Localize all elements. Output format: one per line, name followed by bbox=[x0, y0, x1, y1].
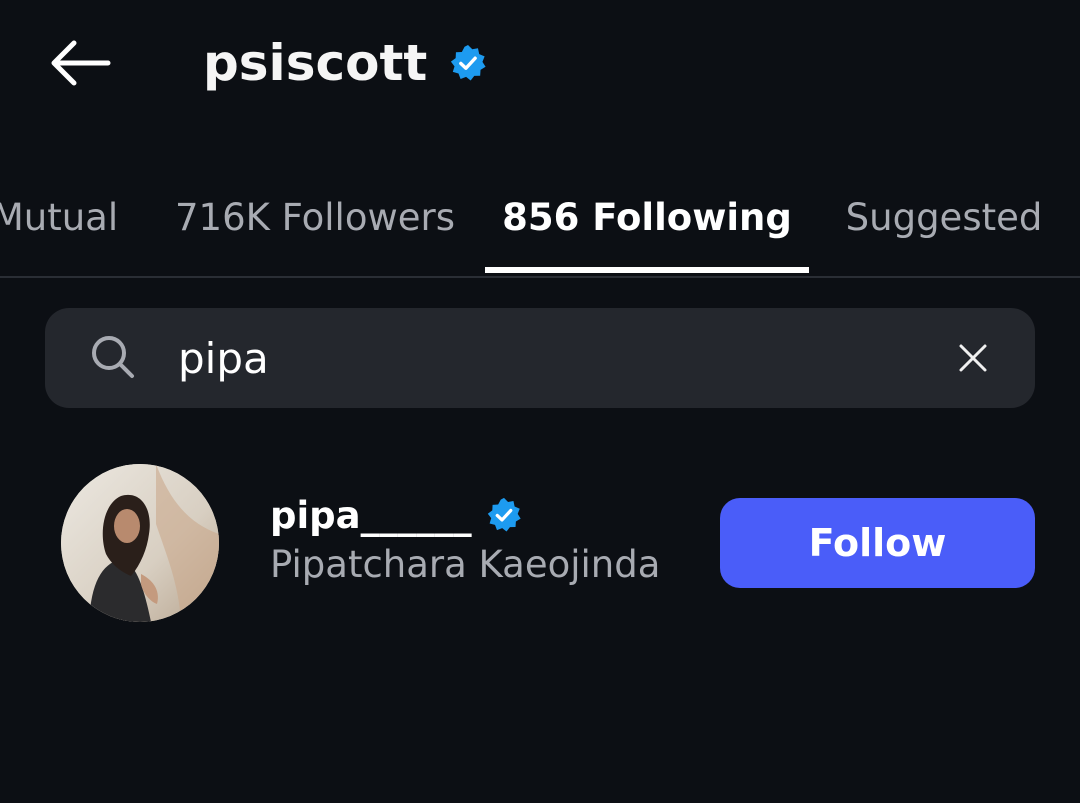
tab-following[interactable]: 856 Following bbox=[485, 160, 809, 274]
full-name: Pipatchara Kaeojinda bbox=[270, 543, 661, 586]
verified-badge-icon bbox=[449, 44, 487, 82]
tab-suggested[interactable]: Suggested bbox=[838, 160, 1050, 274]
username[interactable]: pipa______ bbox=[270, 494, 472, 537]
follow-tabs: Mutual 716K Followers 856 Following Sugg… bbox=[0, 160, 1080, 278]
avatar[interactable] bbox=[61, 464, 219, 622]
profile-header: psiscott bbox=[203, 28, 487, 98]
follow-button[interactable]: Follow bbox=[720, 498, 1035, 588]
tab-followers[interactable]: 716K Followers bbox=[170, 160, 460, 274]
page-title: psiscott bbox=[203, 34, 428, 92]
tab-mutual[interactable]: Mutual bbox=[0, 160, 130, 274]
close-icon bbox=[959, 344, 987, 372]
list-item[interactable]: pipa______ Pipatchara Kaeojinda Follow bbox=[0, 455, 1080, 635]
search-input[interactable] bbox=[178, 330, 918, 386]
back-button[interactable] bbox=[40, 30, 118, 96]
clear-search-button[interactable] bbox=[948, 333, 998, 383]
verified-badge-icon bbox=[486, 497, 522, 533]
search-icon bbox=[88, 332, 138, 382]
user-info: pipa______ Pipatchara Kaeojinda bbox=[270, 491, 661, 587]
arrow-left-icon bbox=[51, 40, 111, 86]
active-tab-indicator bbox=[485, 267, 809, 273]
top-app-bar: psiscott bbox=[0, 0, 1080, 130]
